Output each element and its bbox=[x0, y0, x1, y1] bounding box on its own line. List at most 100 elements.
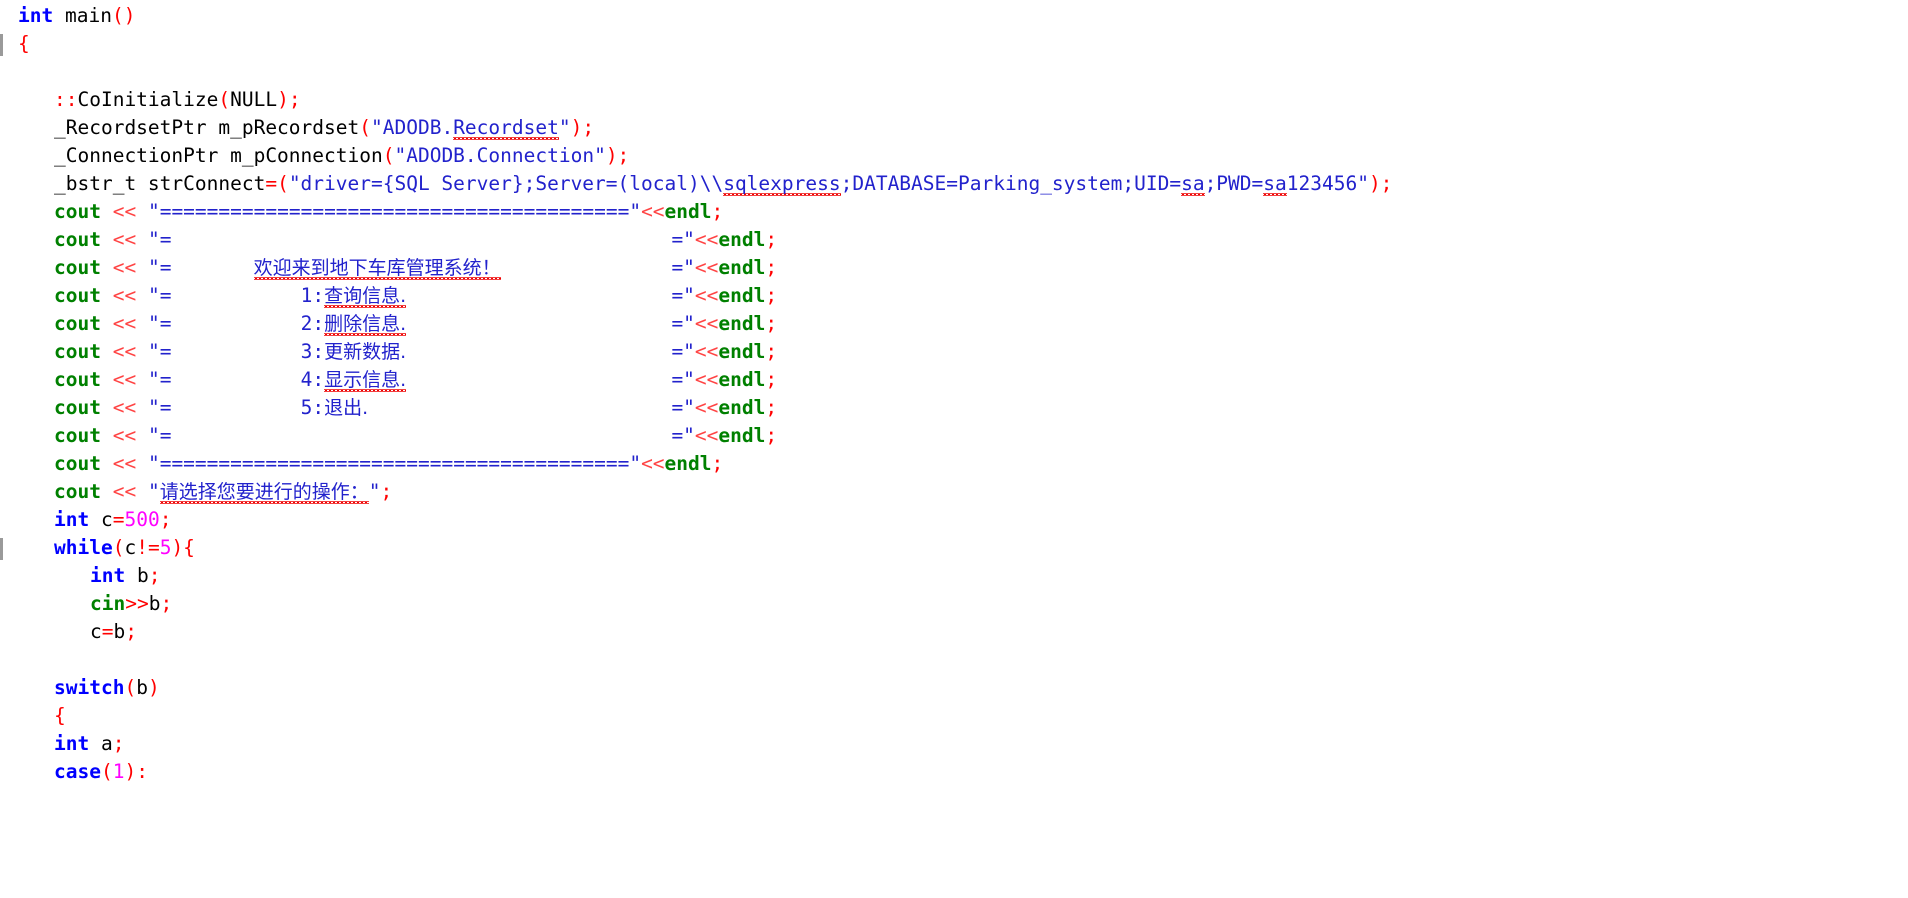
code-line[interactable]: cout << "= 3:更新数据. ="<<endl; bbox=[0, 338, 1908, 366]
code-line[interactable]: switch(b) bbox=[0, 674, 1908, 702]
menu-row-inner: 4:显示信息. bbox=[171, 368, 407, 391]
code-line[interactable]: cout << "= 1:查询信息. ="<<endl; bbox=[0, 282, 1908, 310]
code-line[interactable]: cout << "= ="<<endl; bbox=[0, 226, 1908, 254]
code-token: ( bbox=[112, 536, 125, 559]
code-line[interactable]: { bbox=[0, 30, 1908, 58]
code-token: a bbox=[100, 732, 113, 755]
stream-insert-operator: << bbox=[112, 284, 137, 307]
code-line[interactable]: int a; bbox=[0, 730, 1908, 758]
endl-token: endl bbox=[664, 200, 712, 223]
stream-insert-operator: << bbox=[694, 340, 719, 363]
separator-bar-text: ======================================== bbox=[159, 200, 630, 223]
endl-token: endl bbox=[718, 256, 766, 279]
menu-row-inner: 5:退出. bbox=[171, 396, 369, 419]
code-token: int bbox=[54, 732, 90, 755]
stream-insert-operator: << bbox=[112, 452, 137, 475]
code-line[interactable]: _bstr_t strConnect=("driver={SQL Server}… bbox=[0, 170, 1908, 198]
code-token: ; bbox=[148, 564, 161, 587]
code-token: 1 bbox=[112, 760, 125, 783]
prompt-label: 请选择您要进行的操作： bbox=[159, 481, 369, 503]
menu-row-inner: 2:删除信息. bbox=[171, 312, 407, 335]
code-token: ;PWD= bbox=[1204, 172, 1264, 195]
code-line[interactable]: int c=500; bbox=[0, 506, 1908, 534]
code-lines-container: int main(){::CoInitialize(NULL); _Records… bbox=[0, 0, 1908, 786]
code-line[interactable]: while(c!=5){ bbox=[0, 534, 1908, 562]
code-token: b bbox=[136, 676, 148, 699]
code-token: switch bbox=[54, 676, 125, 699]
code-line[interactable]: cout << "===============================… bbox=[0, 450, 1908, 478]
separator-bar-text: ======================================== bbox=[159, 452, 630, 475]
stream-insert-operator: << bbox=[694, 256, 719, 279]
endl-token: endl bbox=[718, 284, 766, 307]
string-quote: " bbox=[629, 452, 642, 475]
stream-insert-operator: << bbox=[112, 340, 137, 363]
code-line[interactable]: cout << "请选择您要进行的操作："; bbox=[0, 478, 1908, 506]
code-token: c bbox=[90, 620, 102, 643]
code-line[interactable]: int b; bbox=[0, 562, 1908, 590]
cout-token: cout bbox=[54, 452, 101, 475]
code-token: { bbox=[54, 704, 66, 727]
code-editor[interactable]: int main(){::CoInitialize(NULL); _Records… bbox=[0, 0, 1908, 898]
stream-insert-operator: << bbox=[112, 228, 137, 251]
code-line[interactable]: int main() bbox=[0, 2, 1908, 30]
endl-token: endl bbox=[718, 424, 766, 447]
code-token: b bbox=[113, 620, 126, 643]
code-token: = bbox=[112, 508, 125, 531]
code-line[interactable]: { bbox=[0, 702, 1908, 730]
code-line[interactable]: _ConnectionPtr m_pConnection("ADODB.Conn… bbox=[0, 142, 1908, 170]
code-line[interactable]: _RecordsetPtr m_pRecordset("ADODB.Record… bbox=[0, 114, 1908, 142]
code-line[interactable]: cout << "= ="<<endl; bbox=[0, 422, 1908, 450]
code-token: c bbox=[124, 536, 137, 559]
endl-token: endl bbox=[718, 340, 766, 363]
code-line[interactable]: cout << "= 5:退出. ="<<endl; bbox=[0, 394, 1908, 422]
code-token: ) bbox=[147, 676, 160, 699]
code-line[interactable]: cout << "===============================… bbox=[0, 198, 1908, 226]
menu-item-label: 退出. bbox=[324, 397, 369, 419]
code-token: 123456" bbox=[1286, 172, 1369, 195]
code-token: main bbox=[64, 4, 112, 27]
stream-insert-operator: << bbox=[641, 452, 665, 475]
code-line[interactable]: cin>>b; bbox=[0, 590, 1908, 618]
cout-token: cout bbox=[54, 368, 101, 391]
code-token: sa bbox=[1181, 172, 1205, 195]
code-token: ; bbox=[159, 508, 172, 531]
code-token: sa bbox=[1263, 172, 1287, 195]
code-token: while bbox=[54, 536, 113, 559]
code-token: ){ bbox=[171, 536, 195, 559]
stream-insert-operator: << bbox=[112, 424, 137, 447]
stream-insert-operator: << bbox=[112, 256, 137, 279]
code-token: sqlexpress bbox=[723, 172, 841, 195]
cout-token: cout bbox=[54, 200, 101, 223]
code-token: ); bbox=[570, 116, 595, 139]
cout-token: cout bbox=[54, 480, 101, 503]
menu-row-inner: 3:更新数据. bbox=[171, 340, 407, 363]
cout-token: cout bbox=[54, 396, 101, 419]
code-line[interactable] bbox=[0, 646, 1908, 674]
menu-row-close: =" bbox=[671, 228, 695, 251]
code-line[interactable]: c=b; bbox=[0, 618, 1908, 646]
menu-row-close: =" bbox=[671, 284, 695, 307]
code-line[interactable] bbox=[0, 58, 1908, 86]
code-token: "driver={SQL Server};Server=(local)\\ bbox=[288, 172, 724, 195]
code-line[interactable]: ::CoInitialize(NULL); bbox=[0, 86, 1908, 114]
cout-token: cout bbox=[54, 312, 101, 335]
code-token: " bbox=[558, 116, 571, 139]
stream-insert-operator: << bbox=[112, 312, 137, 335]
code-line[interactable]: cout << "= 欢迎来到地下车库管理系统！ ="<<endl; bbox=[0, 254, 1908, 282]
stream-insert-operator: << bbox=[694, 312, 719, 335]
menu-item-label: 更新数据. bbox=[324, 341, 407, 363]
menu-row-inner: 1:查询信息. bbox=[171, 284, 407, 307]
menu-row-inner: 欢迎来到地下车库管理系统！ bbox=[171, 254, 671, 282]
code-line[interactable]: cout << "= 4:显示信息. ="<<endl; bbox=[0, 366, 1908, 394]
code-token: int bbox=[90, 564, 126, 587]
code-token: ; bbox=[125, 620, 137, 643]
code-token: c bbox=[100, 508, 113, 531]
code-token: "ADODB. bbox=[371, 116, 454, 139]
code-token: int bbox=[54, 508, 90, 531]
menu-row-close: =" bbox=[671, 256, 695, 279]
code-line[interactable]: cout << "= 2:删除信息. ="<<endl; bbox=[0, 310, 1908, 338]
string-quote: " bbox=[629, 200, 642, 223]
code-line[interactable]: case(1): bbox=[0, 758, 1908, 786]
